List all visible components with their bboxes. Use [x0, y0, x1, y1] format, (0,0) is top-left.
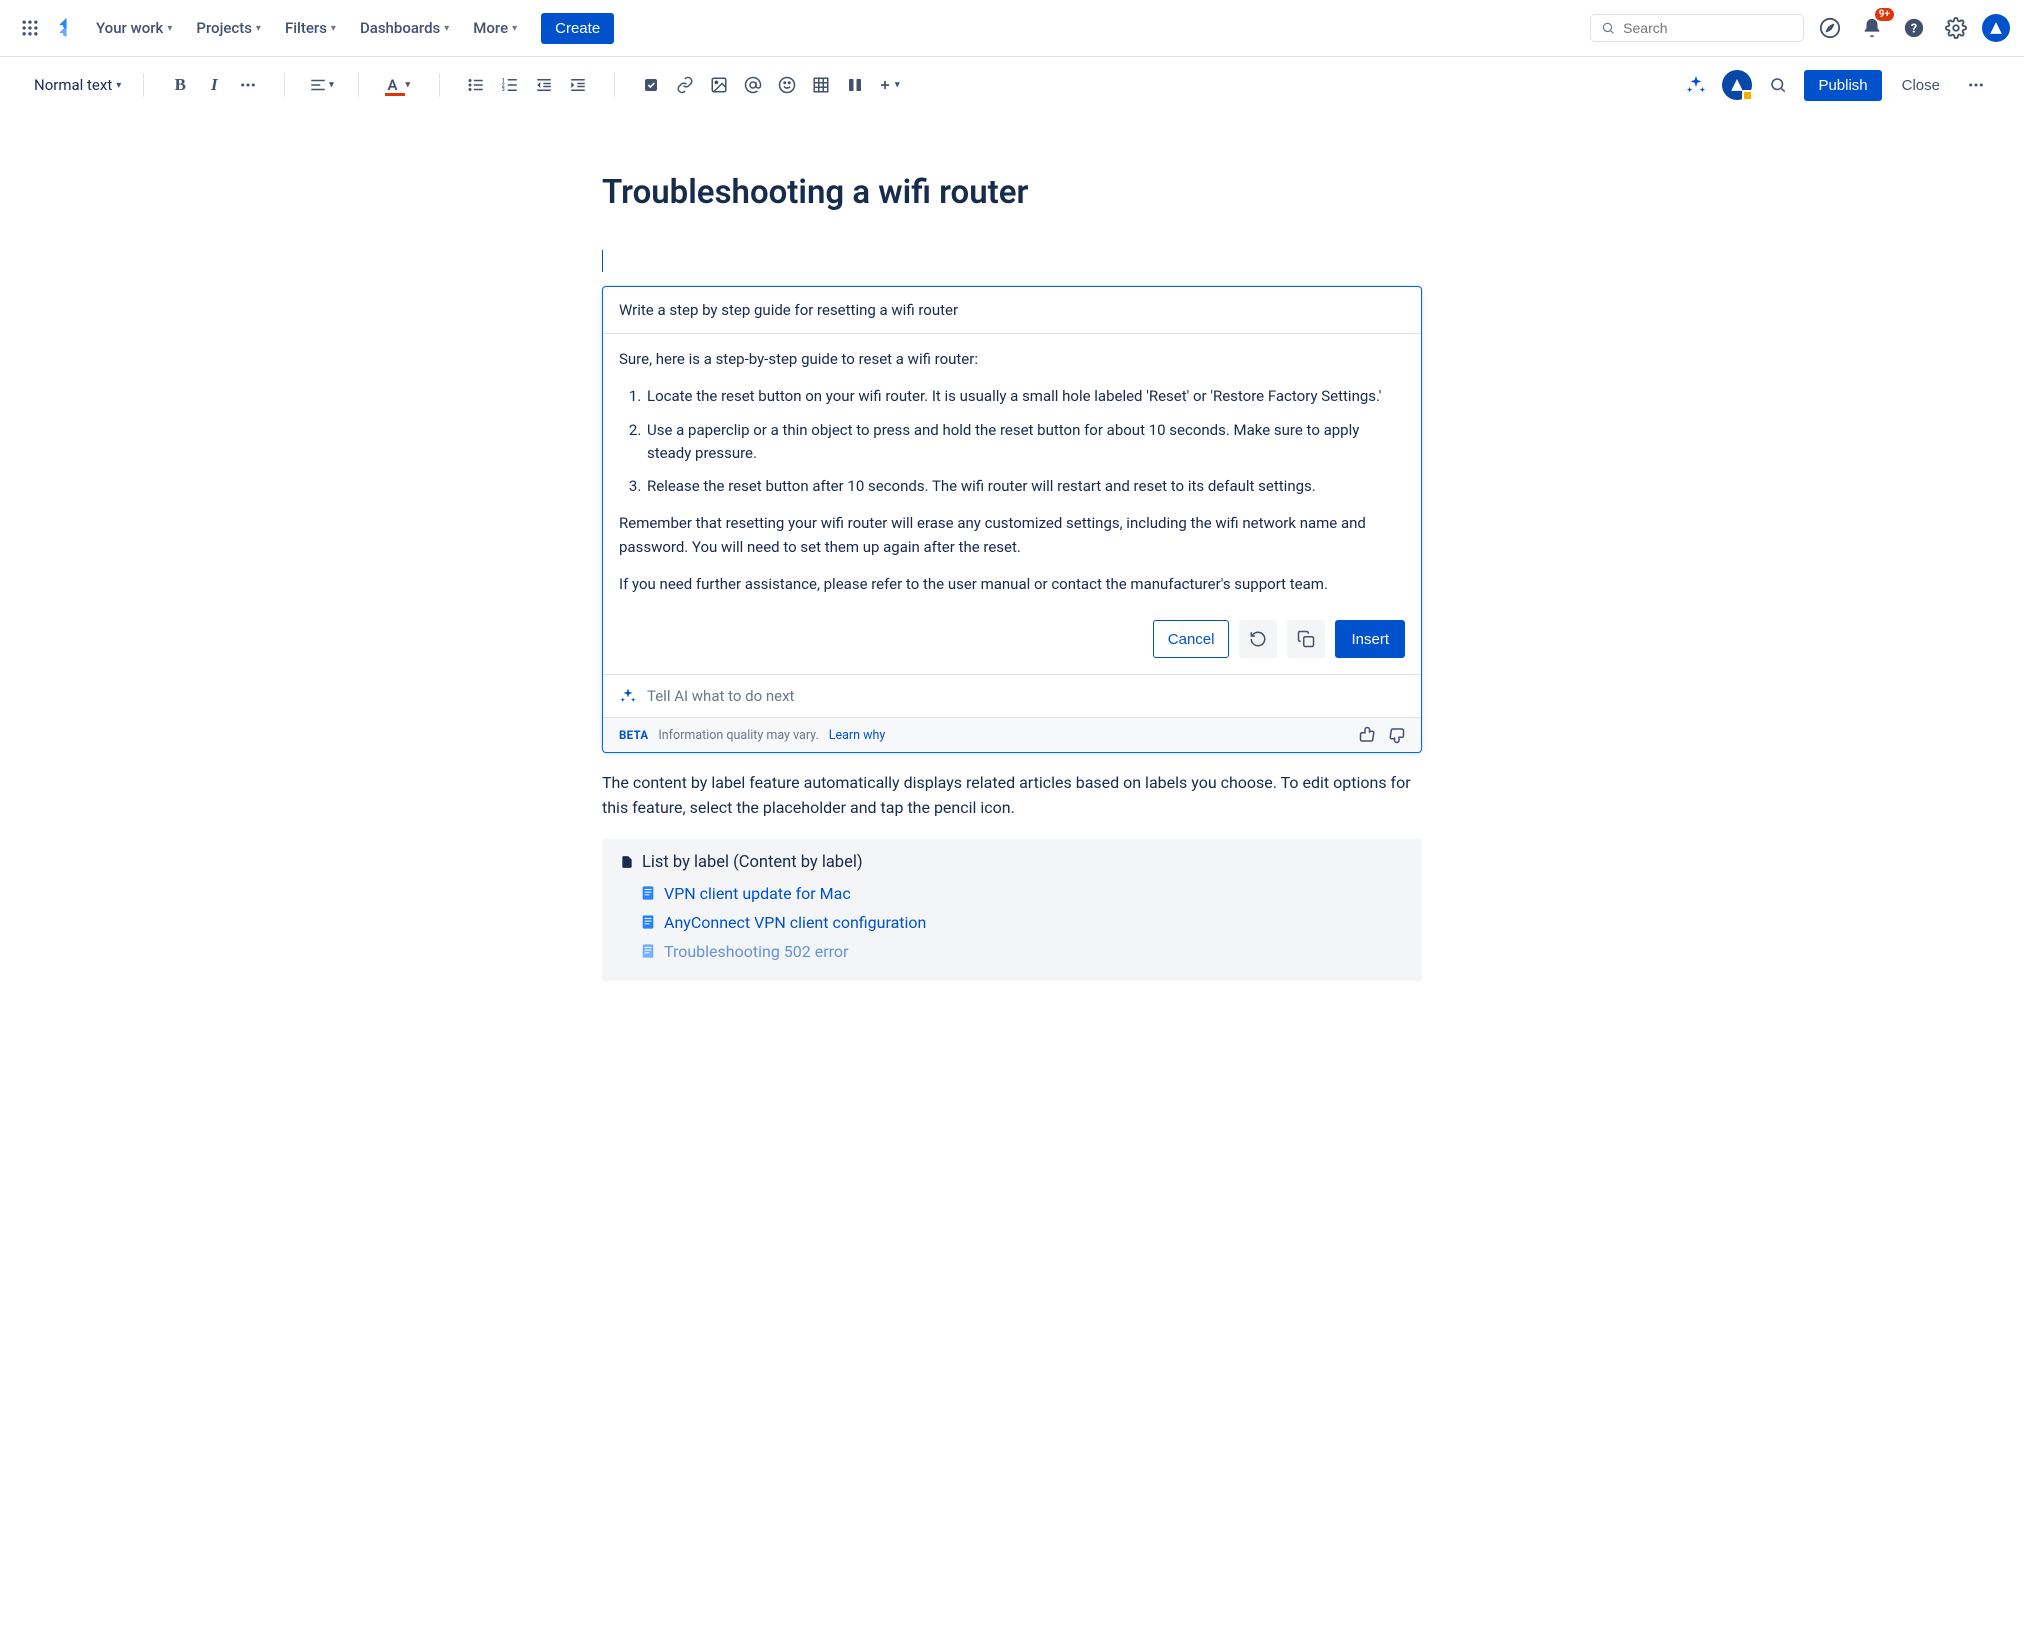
more-actions-button[interactable]: [1960, 69, 1992, 101]
ai-followup-input[interactable]: Tell AI what to do next: [603, 674, 1421, 717]
editor-caret-line[interactable]: [602, 250, 1422, 272]
search-input[interactable]: [1623, 20, 1793, 36]
beta-tag: BETA: [619, 728, 648, 742]
ai-action-row: Cancel Insert: [603, 616, 1421, 674]
align-dropdown[interactable]: ▾: [305, 69, 338, 101]
ai-prompt-text: Write a step by step guide for resetting…: [603, 287, 1421, 334]
nav-projects[interactable]: Projects▾: [186, 13, 271, 43]
page-icon: [620, 854, 634, 870]
macro-list-item[interactable]: AnyConnect VPN client configuration: [640, 913, 1404, 932]
svg-text:3: 3: [502, 87, 505, 93]
chevron-down-icon: ▾: [406, 80, 411, 90]
ai-disclaimer: Information quality may vary.: [658, 728, 818, 743]
image-button[interactable]: [703, 69, 735, 101]
nav-more[interactable]: More▾: [463, 13, 527, 43]
ai-copy-button[interactable]: [1287, 620, 1325, 658]
app-switcher-icon[interactable]: [14, 12, 46, 44]
ai-step: Locate the reset button on your wifi rou…: [645, 385, 1405, 408]
close-button[interactable]: Close: [1892, 70, 1950, 101]
ai-insert-button[interactable]: Insert: [1335, 620, 1405, 658]
table-button[interactable]: [805, 69, 837, 101]
ai-sparkle-icon: [619, 687, 637, 705]
discover-icon[interactable]: [1814, 12, 1846, 44]
chevron-down-icon: ▾: [167, 23, 172, 34]
mention-button[interactable]: [737, 69, 769, 101]
nav-your-work[interactable]: Your work▾: [86, 13, 182, 43]
ai-note: Remember that resetting your wifi router…: [619, 512, 1405, 559]
link-button[interactable]: [669, 69, 701, 101]
ai-learn-why-link[interactable]: Learn why: [829, 728, 886, 743]
nav-filters[interactable]: Filters▾: [275, 13, 346, 43]
notifications-icon[interactable]: 9+: [1856, 12, 1888, 44]
thumbs-up-button[interactable]: [1359, 726, 1377, 744]
ai-followup-placeholder: Tell AI what to do next: [647, 687, 794, 705]
ai-cancel-button[interactable]: Cancel: [1153, 620, 1230, 658]
doc-icon: [640, 943, 656, 959]
help-icon[interactable]: ?: [1898, 12, 1930, 44]
search-icon: [1601, 20, 1615, 36]
macro-list-item[interactable]: Troubleshooting 502 error: [640, 942, 1404, 961]
editor-toolbar: Normal text▾ B I ▾ A ▾ 123: [0, 57, 2024, 113]
thumbs-down-button[interactable]: [1387, 726, 1405, 744]
chevron-down-icon: ▾: [444, 23, 449, 34]
doc-icon: [640, 885, 656, 901]
chevron-down-icon: ▾: [512, 23, 517, 34]
ai-retry-button[interactable]: [1239, 620, 1277, 658]
presence-avatar[interactable]: [1722, 70, 1752, 100]
emoji-button[interactable]: [771, 69, 803, 101]
doc-icon: [640, 914, 656, 930]
page-title[interactable]: Troubleshooting a wifi router: [602, 173, 1422, 212]
notif-badge: 9+: [1875, 8, 1894, 21]
content-by-label-macro[interactable]: List by label (Content by label) VPN cli…: [602, 839, 1422, 981]
ai-step: Release the reset button after 10 second…: [645, 475, 1405, 498]
chevron-down-icon: ▾: [256, 23, 261, 34]
nav-dashboards[interactable]: Dashboards▾: [350, 13, 459, 43]
chevron-down-icon: ▾: [116, 80, 121, 91]
text-color-button[interactable]: A ▾: [379, 69, 419, 101]
ai-intro: Sure, here is a step-by-step guide to re…: [619, 348, 1405, 371]
chevron-down-icon: ▾: [895, 80, 900, 90]
ai-note: If you need further assistance, please r…: [619, 573, 1405, 596]
chevron-down-icon: ▾: [329, 80, 334, 90]
ai-step: Use a paperclip or a thin object to pres…: [645, 419, 1405, 466]
bullet-list-button[interactable]: [460, 69, 492, 101]
ai-sparkle-icon[interactable]: [1680, 69, 1712, 101]
layouts-button[interactable]: [839, 69, 871, 101]
create-button[interactable]: Create: [541, 13, 614, 44]
action-item-button[interactable]: [635, 69, 667, 101]
body-paragraph[interactable]: The content by label feature automatical…: [602, 771, 1422, 821]
outdent-button[interactable]: [528, 69, 560, 101]
find-button[interactable]: [1762, 69, 1794, 101]
bold-button[interactable]: B: [164, 69, 196, 101]
text-style-dropdown[interactable]: Normal text▾: [24, 69, 131, 101]
indent-button[interactable]: [562, 69, 594, 101]
chevron-down-icon: ▾: [331, 23, 336, 34]
ai-footer: BETA Information quality may vary. Learn…: [603, 717, 1421, 752]
global-search[interactable]: [1590, 14, 1804, 42]
italic-button[interactable]: I: [198, 69, 230, 101]
editor-canvas[interactable]: Troubleshooting a wifi router Write a st…: [0, 113, 2024, 1640]
settings-icon[interactable]: [1940, 12, 1972, 44]
macro-title: List by label (Content by label): [620, 853, 1404, 872]
numbered-list-button[interactable]: 123: [494, 69, 526, 101]
jira-logo-icon[interactable]: [50, 12, 82, 44]
ai-panel: Write a step by step guide for resetting…: [602, 286, 1422, 753]
svg-text:?: ?: [1911, 22, 1917, 37]
global-nav: Your work▾ Projects▾ Filters▾ Dashboards…: [0, 0, 2024, 57]
more-formatting-button[interactable]: [232, 69, 264, 101]
ai-response-body: Sure, here is a step-by-step guide to re…: [603, 334, 1421, 616]
profile-avatar[interactable]: [1982, 14, 2010, 42]
publish-button[interactable]: Publish: [1804, 70, 1881, 101]
macro-list-item[interactable]: VPN client update for Mac: [640, 884, 1404, 903]
insert-dropdown[interactable]: ▾: [873, 69, 905, 101]
